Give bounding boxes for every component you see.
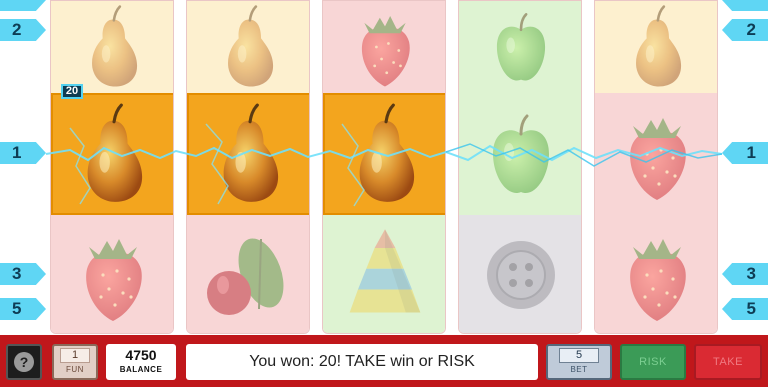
reel-1-bottom-cell	[51, 215, 173, 333]
risk-button[interactable]: RISK	[620, 344, 686, 380]
pear-icon	[342, 102, 428, 206]
help-icon: ?	[14, 352, 34, 372]
reel-1-top-cell	[51, 1, 173, 93]
strawberry-icon	[73, 225, 153, 325]
reel-5	[594, 0, 718, 334]
fun-button[interactable]: 1 FUN	[52, 344, 98, 380]
status-message: You won: 20! TAKE win or RISK	[186, 344, 538, 380]
button-icon	[481, 225, 561, 325]
payline-marker-right-2[interactable]: 2	[722, 19, 768, 41]
bet-button[interactable]: 5 BET	[546, 344, 612, 380]
payline-marker-right-3[interactable]: 3	[722, 263, 768, 285]
reel-2-bottom-cell	[187, 215, 309, 333]
strawberry-icon	[347, 4, 423, 90]
pyramid-icon	[343, 223, 427, 327]
reel-4-middle-cell	[459, 93, 581, 215]
reel-5-bottom-cell	[595, 215, 717, 333]
payline-marker-left-1[interactable]: 1	[0, 142, 46, 164]
fun-label: FUN	[66, 365, 84, 374]
balance-label: BALANCE	[119, 365, 163, 374]
take-button[interactable]: TAKE	[694, 344, 762, 380]
reel-4	[458, 0, 582, 334]
bet-label: BET	[570, 365, 588, 374]
balance-display: 4750 BALANCE	[106, 344, 176, 380]
pear-icon	[74, 4, 152, 90]
payline-marker-left-3[interactable]: 3	[0, 263, 46, 285]
reel-1-winning-cell	[51, 93, 173, 215]
payline-marker-left-2[interactable]: 2	[0, 19, 46, 41]
reel-3	[322, 0, 446, 334]
payline-marker-left-top	[0, 0, 46, 11]
apple-icon	[482, 4, 560, 90]
reel-4-bottom-cell	[459, 215, 581, 333]
pear-icon	[206, 102, 292, 206]
reel-5-top-cell	[595, 1, 717, 93]
reel-3-winning-cell	[323, 93, 445, 215]
pear-icon	[618, 4, 696, 90]
reel-2-winning-cell	[187, 93, 309, 215]
payline-marker-left-5[interactable]: 5	[0, 298, 46, 320]
pear-icon	[210, 4, 288, 90]
cherry-leaf-icon	[199, 225, 299, 325]
bet-value: 5	[559, 348, 599, 363]
strawberry-icon	[617, 104, 697, 204]
reel-1	[50, 0, 174, 334]
pear-icon	[70, 102, 156, 206]
reel-4-top-cell	[459, 1, 581, 93]
payline-marker-right-5[interactable]: 5	[722, 298, 768, 320]
apple-icon	[479, 104, 563, 204]
reel-2-top-cell	[187, 1, 309, 93]
strawberry-icon	[617, 225, 697, 325]
balance-value: 4750	[125, 347, 157, 363]
control-bar: ? 1 FUN 4750 BALANCE You won: 20! TAKE w…	[0, 335, 768, 387]
reel-2	[186, 0, 310, 334]
payline-marker-right-1[interactable]: 1	[722, 142, 768, 164]
reel-3-bottom-cell	[323, 215, 445, 333]
win-amount-badge: 20	[61, 84, 83, 99]
reel-5-middle-cell	[595, 93, 717, 215]
reel-3-top-cell	[323, 1, 445, 93]
slot-game: 20 2 1 3 5 2 1 3 5 ? 1 FUN 4750 BALANCE …	[0, 0, 768, 387]
help-button[interactable]: ?	[6, 344, 42, 380]
fun-value: 1	[60, 348, 90, 363]
payline-marker-right-top	[722, 0, 768, 11]
